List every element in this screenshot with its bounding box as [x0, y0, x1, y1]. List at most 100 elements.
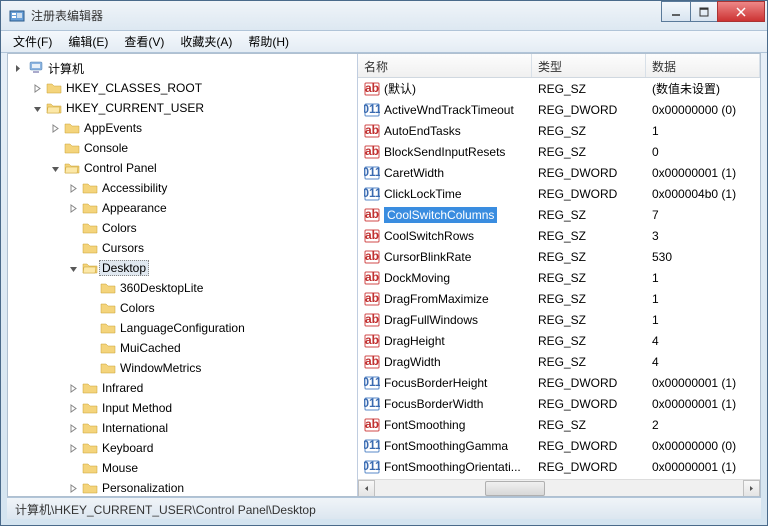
- scroll-left-button[interactable]: [358, 480, 375, 497]
- window-title: 注册表编辑器: [31, 7, 662, 24]
- binary-value-icon: 011: [364, 102, 380, 118]
- value-name: DockMoving: [384, 271, 450, 285]
- folder-icon: [100, 280, 116, 296]
- tree-item[interactable]: Mouse: [8, 458, 357, 478]
- menu-help[interactable]: 帮助(H): [240, 30, 297, 53]
- tree-item[interactable]: Desktop: [8, 258, 357, 278]
- value-row[interactable]: abDragWidthREG_SZ4: [358, 351, 760, 372]
- expander-icon[interactable]: [66, 401, 80, 415]
- value-row[interactable]: 011FocusBorderWidthREG_DWORD0x00000001 (…: [358, 393, 760, 414]
- expander-icon[interactable]: [12, 61, 26, 75]
- value-row[interactable]: ab(默认)REG_SZ(数值未设置): [358, 78, 760, 99]
- minimize-button[interactable]: [661, 1, 691, 22]
- tree-label: 360DesktopLite: [120, 281, 203, 295]
- value-row[interactable]: abDragFullWindowsREG_SZ1: [358, 309, 760, 330]
- value-data: 0x00000000 (0): [646, 439, 760, 453]
- column-header-data[interactable]: 数据: [646, 54, 760, 77]
- list-body[interactable]: ab(默认)REG_SZ(数值未设置)011ActiveWndTrackTime…: [358, 78, 760, 479]
- tree-pane[interactable]: 计算机 HKEY_CLASSES_ROOTHKEY_CURRENT_USERAp…: [8, 54, 358, 496]
- expander-icon[interactable]: [66, 241, 80, 255]
- expander-icon[interactable]: [48, 141, 62, 155]
- tree-label: Cursors: [102, 241, 144, 255]
- expander-icon[interactable]: [30, 81, 44, 95]
- menu-favorites[interactable]: 收藏夹(A): [172, 30, 240, 53]
- expander-icon[interactable]: [84, 301, 98, 315]
- tree-root[interactable]: 计算机: [8, 58, 357, 78]
- value-name: FocusBorderHeight: [384, 376, 487, 390]
- value-row[interactable]: 011FocusBorderHeightREG_DWORD0x00000001 …: [358, 372, 760, 393]
- value-row[interactable]: abDragFromMaximizeREG_SZ1: [358, 288, 760, 309]
- menu-view[interactable]: 查看(V): [116, 30, 172, 53]
- tree-item[interactable]: Console: [8, 138, 357, 158]
- value-name-cell: abDragFullWindows: [358, 312, 532, 328]
- expander-icon[interactable]: [66, 441, 80, 455]
- scroll-right-button[interactable]: [743, 480, 760, 497]
- expander-icon[interactable]: [84, 341, 98, 355]
- value-row[interactable]: abAutoEndTasksREG_SZ1: [358, 120, 760, 141]
- tree-item[interactable]: Keyboard: [8, 438, 357, 458]
- expander-icon[interactable]: [84, 321, 98, 335]
- svg-text:ab: ab: [365, 354, 379, 368]
- value-row[interactable]: abFontSmoothingREG_SZ2: [358, 414, 760, 435]
- tree-item[interactable]: Cursors: [8, 238, 357, 258]
- close-button[interactable]: [717, 1, 765, 22]
- column-header-type[interactable]: 类型: [532, 54, 646, 77]
- expander-icon[interactable]: [66, 381, 80, 395]
- scroll-thumb[interactable]: [485, 481, 545, 496]
- expander-icon[interactable]: [48, 161, 62, 175]
- menu-edit[interactable]: 编辑(E): [60, 30, 116, 53]
- tree-item[interactable]: MuiCached: [8, 338, 357, 358]
- svg-text:ab: ab: [365, 123, 379, 137]
- tree-item[interactable]: LanguageConfiguration: [8, 318, 357, 338]
- value-row[interactable]: abBlockSendInputResetsREG_SZ0: [358, 141, 760, 162]
- titlebar[interactable]: 注册表编辑器: [1, 1, 767, 31]
- expander-icon[interactable]: [84, 281, 98, 295]
- tree-item[interactable]: HKEY_CURRENT_USER: [8, 98, 357, 118]
- tree-item[interactable]: Appearance: [8, 198, 357, 218]
- value-row[interactable]: abCoolSwitchColumnsREG_SZ7: [358, 204, 760, 225]
- expander-icon[interactable]: [48, 121, 62, 135]
- tree-item[interactable]: Colors: [8, 218, 357, 238]
- expander-icon[interactable]: [30, 101, 44, 115]
- svg-text:011: 011: [364, 459, 380, 473]
- value-row[interactable]: 011ClickLockTimeREG_DWORD0x000004b0 (1): [358, 183, 760, 204]
- scroll-track[interactable]: [375, 480, 743, 497]
- tree-item[interactable]: HKEY_CLASSES_ROOT: [8, 78, 357, 98]
- tree-item[interactable]: Colors: [8, 298, 357, 318]
- tree-item[interactable]: Input Method: [8, 398, 357, 418]
- expander-icon[interactable]: [66, 201, 80, 215]
- value-row[interactable]: 011FontSmoothingOrientati...REG_DWORD0x0…: [358, 456, 760, 477]
- svg-text:011: 011: [364, 165, 380, 179]
- tree-item[interactable]: Control Panel: [8, 158, 357, 178]
- value-data: (数值未设置): [646, 80, 760, 97]
- tree-item[interactable]: Personalization: [8, 478, 357, 496]
- maximize-button[interactable]: [690, 1, 718, 22]
- tree-item[interactable]: 360DesktopLite: [8, 278, 357, 298]
- tree-item[interactable]: Infrared: [8, 378, 357, 398]
- horizontal-scrollbar[interactable]: [358, 479, 760, 496]
- svg-text:ab: ab: [365, 144, 379, 158]
- value-row[interactable]: 011FontSmoothingGammaREG_DWORD0x00000000…: [358, 435, 760, 456]
- value-name-cell: abDragFromMaximize: [358, 291, 532, 307]
- tree-item[interactable]: International: [8, 418, 357, 438]
- expander-icon[interactable]: [84, 361, 98, 375]
- value-row[interactable]: 011ActiveWndTrackTimeoutREG_DWORD0x00000…: [358, 99, 760, 120]
- expander-icon[interactable]: [66, 261, 80, 275]
- value-row[interactable]: abDockMovingREG_SZ1: [358, 267, 760, 288]
- value-row[interactable]: abDragHeightREG_SZ4: [358, 330, 760, 351]
- tree-item[interactable]: Accessibility: [8, 178, 357, 198]
- tree-item[interactable]: AppEvents: [8, 118, 357, 138]
- expander-icon[interactable]: [66, 221, 80, 235]
- column-header-name[interactable]: 名称: [358, 54, 532, 77]
- expander-icon[interactable]: [66, 461, 80, 475]
- value-name: FocusBorderWidth: [384, 397, 483, 411]
- value-name-cell: 011ActiveWndTrackTimeout: [358, 102, 532, 118]
- menu-file[interactable]: 文件(F): [5, 30, 60, 53]
- expander-icon[interactable]: [66, 421, 80, 435]
- value-row[interactable]: abCursorBlinkRateREG_SZ530: [358, 246, 760, 267]
- expander-icon[interactable]: [66, 181, 80, 195]
- expander-icon[interactable]: [66, 481, 80, 495]
- value-row[interactable]: 011CaretWidthREG_DWORD0x00000001 (1): [358, 162, 760, 183]
- value-row[interactable]: abCoolSwitchRowsREG_SZ3: [358, 225, 760, 246]
- tree-item[interactable]: WindowMetrics: [8, 358, 357, 378]
